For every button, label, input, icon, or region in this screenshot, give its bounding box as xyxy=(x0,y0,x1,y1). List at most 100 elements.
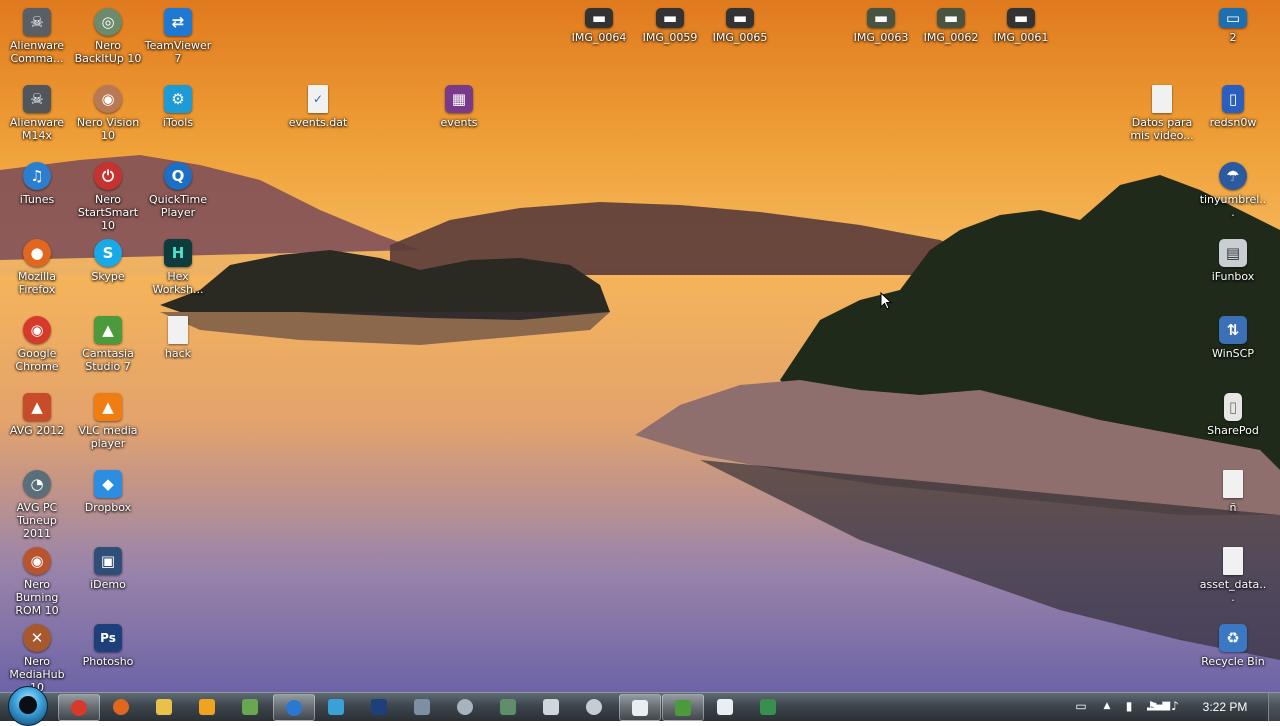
icon-label: IMG_0062 xyxy=(923,31,979,44)
taskbar-network-button[interactable] xyxy=(230,694,270,719)
icon-label: IMG_0064 xyxy=(571,31,627,44)
desktop-icon-img-0063[interactable]: ▬ IMG_0063 xyxy=(847,8,915,44)
desktop-icon-asset-data[interactable]: asset_data... xyxy=(1199,547,1267,604)
icon-label: VLC media player xyxy=(78,424,138,450)
vlc-cone-icon: ▲ xyxy=(94,393,122,421)
nero-icon: ◎ xyxy=(94,8,122,36)
desktop-icon-hack[interactable]: hack xyxy=(144,316,212,360)
icon-label: IMG_0061 xyxy=(993,31,1049,44)
desktop-icon-skype[interactable]: S Skype xyxy=(74,239,142,283)
desktop-icon-idemo[interactable]: ▣ iDemo xyxy=(74,547,142,591)
icon-label: IMG_0059 xyxy=(642,31,698,44)
recycle-bin-icon: ♻ xyxy=(1219,624,1247,652)
icon-label: TeamViewer 7 xyxy=(144,39,212,65)
search-icon xyxy=(586,698,602,715)
desktop-icon-camtasia[interactable]: ▲ Camtasia Studio 7 xyxy=(74,316,142,373)
desktop-icon-quicktime[interactable]: Q QuickTime Player xyxy=(144,162,212,219)
keyboard-icon[interactable]: ▭ xyxy=(1074,699,1088,713)
desktop-icon-winscp[interactable]: ⇅ WinSCP xyxy=(1199,316,1267,360)
wifi-signal-icon[interactable]: ▂▄▆ xyxy=(1147,699,1170,713)
itunes-icon: ♫ xyxy=(23,162,51,190)
image-thumbnail-icon: ▬ xyxy=(867,8,895,28)
alienware-icon: ☠ xyxy=(23,8,51,36)
taskbar-notepad-button[interactable] xyxy=(619,694,661,721)
desktop-icon-hex-workshop[interactable]: H Hex Worksh... xyxy=(144,239,212,296)
desktop-icon-sharepod[interactable]: ▯ SharePod xyxy=(1199,393,1267,437)
taskbar-search-button[interactable] xyxy=(574,694,614,719)
icon-label: Google Chrome xyxy=(15,347,59,373)
icon-label: AVG PC Tuneup 2011 xyxy=(16,501,58,540)
clock[interactable]: 3:22 PM xyxy=(1197,700,1253,714)
desktop-icon-img-0065[interactable]: ▬ IMG_0065 xyxy=(706,8,774,44)
desktop-icon-teamviewer[interactable]: ⇄ TeamViewer 7 xyxy=(144,8,212,65)
desktop-icon-img-0059[interactable]: ▬ IMG_0059 xyxy=(636,8,704,44)
icon-label: Alienware Comma... xyxy=(9,39,65,65)
icon-label: Alienware M14x xyxy=(9,116,65,142)
power-icon[interactable]: ▮ xyxy=(1122,699,1136,713)
volume-icon[interactable]: ♪ xyxy=(1168,699,1182,713)
taskbar-remote-button[interactable] xyxy=(488,694,528,719)
desktop-icon-alienware-m14x[interactable]: ☠ Alienware M14x xyxy=(3,85,71,142)
desktop-icon-firefox[interactable]: ● Mozilla Firefox xyxy=(3,239,71,296)
taskbar-tools-button[interactable] xyxy=(402,694,442,719)
taskbar-ie-button[interactable] xyxy=(273,694,315,721)
desktop-icon-avg-tuneup[interactable]: ◔ AVG PC Tuneup 2011 xyxy=(3,470,71,540)
show-desktop-button[interactable] xyxy=(1268,693,1280,721)
desktop-icon-alienware-command[interactable]: ☠ Alienware Comma... xyxy=(3,8,71,65)
notepad-icon xyxy=(632,699,648,716)
show-hidden-icons-chevron-icon[interactable]: ▲ xyxy=(1100,699,1114,713)
desktop-icon-itools[interactable]: ⚙ iTools xyxy=(144,85,212,129)
taskbar-gadget-button[interactable] xyxy=(748,694,788,719)
desktop-icon-recycle-bin[interactable]: ♻ Recycle Bin xyxy=(1199,624,1267,668)
monitor-icon xyxy=(543,698,559,715)
taskbar-document-button[interactable] xyxy=(705,694,745,719)
desktop-icon-datos[interactable]: Datos para mis video... xyxy=(1128,85,1196,142)
folder-icon xyxy=(156,698,172,715)
start-button[interactable] xyxy=(8,686,48,726)
icon-label: Nero Vision 10 xyxy=(76,116,140,142)
desktop-icon-img-0064[interactable]: ▬ IMG_0064 xyxy=(565,8,633,44)
desktop-icon-img-0061[interactable]: ▬ IMG_0061 xyxy=(987,8,1055,44)
taskbar-app-button[interactable] xyxy=(316,694,356,719)
desktop-icon-nero-burning-rom[interactable]: ◉ Nero Burning ROM 10 xyxy=(3,547,71,617)
desktop-icon-events-dat[interactable]: ✓ events.dat xyxy=(284,85,352,129)
taskbar-photoshop-button[interactable] xyxy=(359,694,399,719)
nero-icon: ◉ xyxy=(23,547,51,575)
taskbar-camtasia-button[interactable] xyxy=(662,694,704,721)
image-thumbnail-icon: ▬ xyxy=(656,8,684,28)
taskbar-firefox-button[interactable] xyxy=(101,694,141,719)
desktop-icon-nero-vision[interactable]: ◉ Nero Vision 10 xyxy=(74,85,142,142)
desktop-icon-redsn0w[interactable]: ▯ redsn0w xyxy=(1199,85,1267,129)
taskbar-media-player-button[interactable] xyxy=(187,694,227,719)
image-thumbnail-icon: ▬ xyxy=(1007,8,1035,28)
redsn0w-icon: ▯ xyxy=(1222,85,1244,113)
desktop-icon-n[interactable]: ñ xyxy=(1199,470,1267,514)
desktop-icon-img-0062[interactable]: ▬ IMG_0062 xyxy=(917,8,985,44)
taskbar-explorer-button[interactable] xyxy=(144,694,184,719)
desktop-icon-tinyumbrella[interactable]: ☂ tinyumbrel... xyxy=(1199,162,1267,219)
taskbar-settings-button[interactable] xyxy=(445,694,485,719)
desktop-icon-nero-startsmart[interactable]: ⏻ Nero StartSmart 10 xyxy=(74,162,142,232)
desktop-icon-ifunbox[interactable]: ▤ iFunbox xyxy=(1199,239,1267,283)
taskbar-monitor-button[interactable] xyxy=(531,694,571,719)
desktop-icon-dropbox[interactable]: ◆ Dropbox xyxy=(74,470,142,514)
desktop-icon-nero-mediahub[interactable]: ✕ Nero MediaHub 10 xyxy=(3,624,71,692)
icon-label: IMG_0063 xyxy=(853,31,909,44)
icon-label: Hex Worksh... xyxy=(152,270,204,296)
chrome-icon: ◉ xyxy=(23,316,51,344)
desktop[interactable]: ☠ Alienware Comma... ☠ Alienware M14x ♫ … xyxy=(0,0,1280,692)
icon-label: iTunes xyxy=(19,193,55,206)
desktop-icon-chrome[interactable]: ◉ Google Chrome xyxy=(3,316,71,373)
desktop-icon-photoshop[interactable]: Ps Photosho xyxy=(74,624,142,668)
image-thumbnail-icon: ▬ xyxy=(726,8,754,28)
taskbar-chrome-button[interactable] xyxy=(58,694,100,721)
tuneup-icon: ◔ xyxy=(23,470,51,498)
icon-label: Dropbox xyxy=(84,501,132,514)
desktop-icon-nero-backitup[interactable]: ◎ Nero BackItUp 10 xyxy=(74,8,142,65)
desktop-icon-events[interactable]: ▦ events xyxy=(425,85,493,129)
desktop-icon-2[interactable]: ▭ 2 xyxy=(1199,8,1267,44)
desktop-icon-vlc[interactable]: ▲ VLC media player xyxy=(74,393,142,450)
desktop-icon-avg-2012[interactable]: ▲ AVG 2012 xyxy=(3,393,71,437)
remote-desktop-icon xyxy=(500,698,516,715)
desktop-icon-itunes[interactable]: ♫ iTunes xyxy=(3,162,71,206)
